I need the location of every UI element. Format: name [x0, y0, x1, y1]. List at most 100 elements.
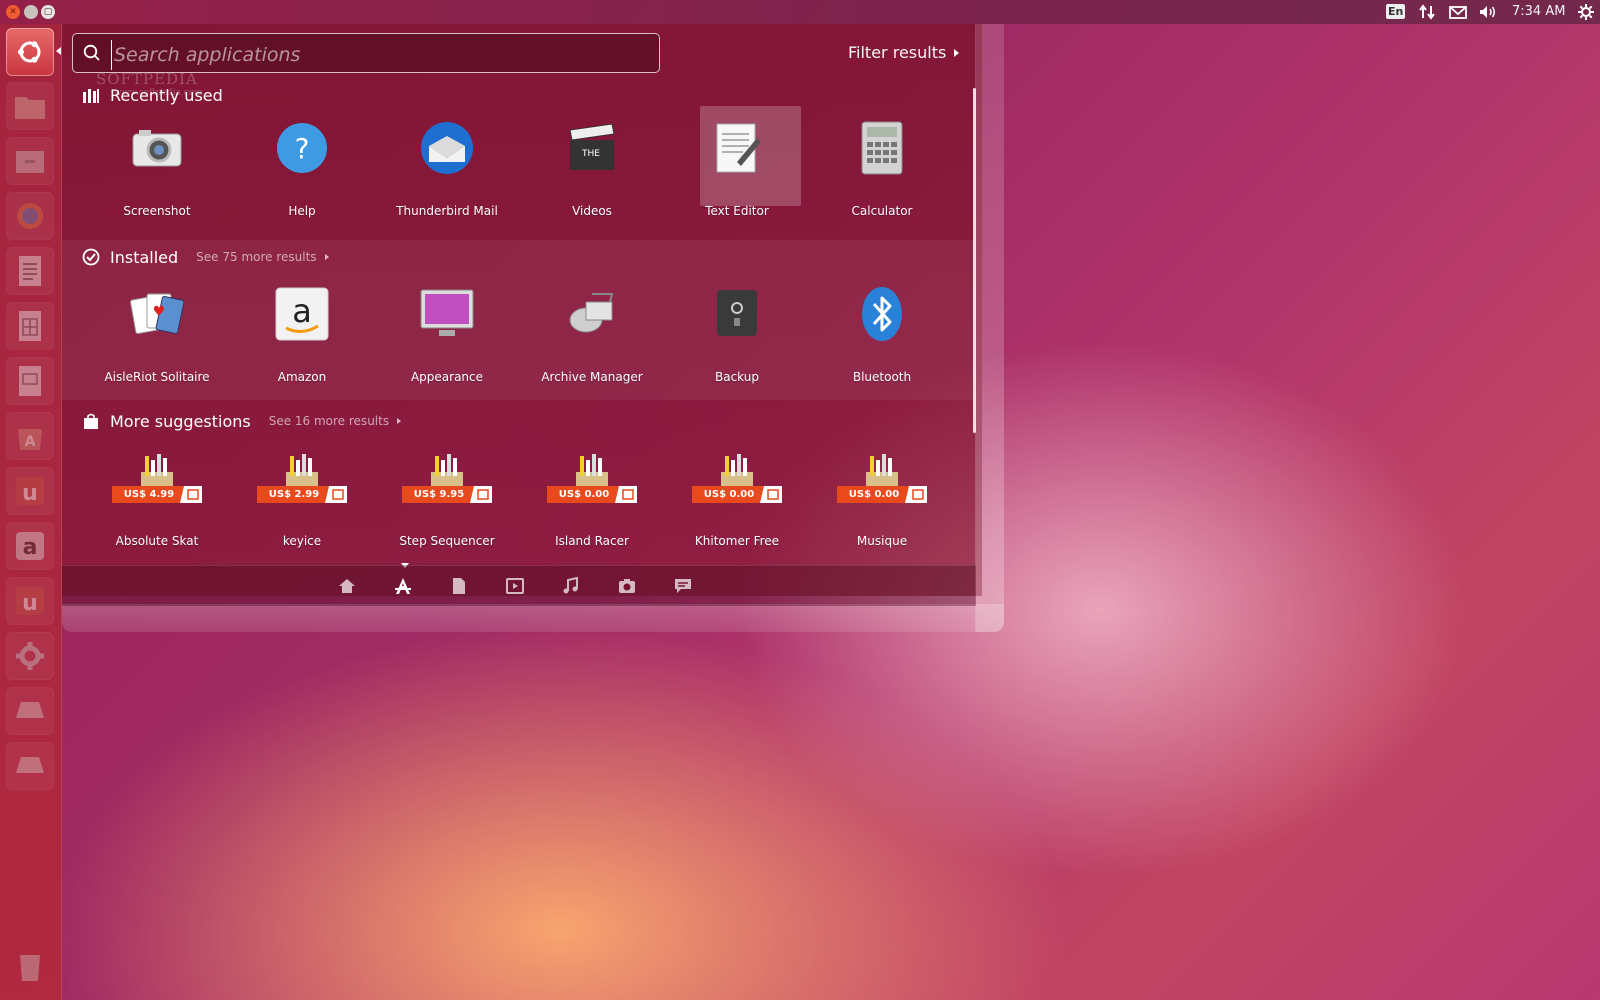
- installed-section: Installed See 75 more results ♥ AisleRio…: [62, 240, 974, 400]
- text-editor-icon: [716, 123, 761, 173]
- app-tile-amazon[interactable]: a Amazon: [232, 270, 372, 390]
- recently-used-title: Recently used: [110, 85, 223, 105]
- suggestion-tile-musique[interactable]: US$ 0.00 Musique: [812, 434, 952, 554]
- close-window-button[interactable]: ✕: [6, 5, 20, 19]
- volume-icon[interactable]: [1478, 3, 1498, 21]
- suggestion-tile-absolute-skat[interactable]: US$ 4.99 Absolute Skat: [87, 434, 227, 554]
- calculator-icon: [861, 121, 903, 175]
- app-tile-videos[interactable]: THE Videos: [522, 104, 662, 224]
- app-label: Videos: [572, 204, 612, 218]
- see-more-arrow-icon: [397, 418, 402, 424]
- suggestions-see-more-link[interactable]: See 16 more results: [268, 414, 402, 428]
- app-tile-thunderbird-mail[interactable]: Thunderbird Mail: [377, 104, 517, 224]
- app-tile-help[interactable]: ? Help: [232, 104, 372, 224]
- drive-launcher-icon[interactable]: [6, 742, 54, 790]
- suggestions-see-more-label: See 16 more results: [268, 414, 390, 428]
- monitor-icon: [420, 289, 474, 336]
- home-icon[interactable]: [337, 576, 357, 596]
- svg-text:a: a: [23, 535, 38, 560]
- file-cabinet-launcher-icon[interactable]: [6, 137, 54, 185]
- firefox-launcher-icon[interactable]: [6, 192, 54, 240]
- suggestion-tile-khitomer-free[interactable]: US$ 0.00 Khitomer Free: [667, 434, 807, 554]
- price-label: US$ 9.95: [413, 489, 465, 500]
- price-tag: US$ 4.99: [112, 486, 202, 503]
- filter-results-button[interactable]: Filter results: [848, 43, 960, 62]
- session-gear-icon[interactable]: [1577, 3, 1595, 21]
- suggestion-tile-step-sequencer[interactable]: US$ 9.95 Step Sequencer: [377, 434, 517, 554]
- files-launcher-icon[interactable]: [6, 82, 54, 130]
- network-icon[interactable]: [1418, 3, 1436, 21]
- see-more-arrow-icon: [324, 254, 329, 260]
- app-label: Calculator: [851, 204, 913, 218]
- svg-text:?: ?: [295, 132, 310, 165]
- app-label: Musique: [856, 534, 908, 548]
- dash-frame-edge: [976, 24, 1004, 632]
- app-tile-archive-manager[interactable]: Archive Manager: [522, 270, 662, 390]
- app-label: Khitomer Free: [694, 534, 780, 548]
- svg-text:u: u: [22, 591, 38, 616]
- applications-icon[interactable]: [393, 576, 413, 596]
- ubuntu-one-launcher-icon[interactable]: u: [6, 467, 54, 515]
- app-label: keyice: [282, 534, 322, 548]
- launcher: A u a u: [0, 24, 62, 1000]
- app-tile-aisleriot-solitaire[interactable]: ♥ AisleRiot Solitaire: [87, 270, 227, 390]
- files-icon[interactable]: [449, 576, 469, 596]
- price-tag: US$ 2.99: [257, 486, 347, 503]
- results-scrollbar[interactable]: [973, 88, 976, 433]
- app-label: Island Racer: [555, 534, 629, 548]
- impress-launcher-icon[interactable]: [6, 357, 54, 405]
- dash-home-button[interactable]: [6, 28, 54, 76]
- app-tile-calculator[interactable]: Calculator: [812, 104, 952, 224]
- app-tile-screenshot[interactable]: Screenshot: [87, 104, 227, 224]
- more-suggestions-header: More suggestions See 16 more results: [82, 410, 402, 432]
- calc-launcher-icon[interactable]: [6, 302, 54, 350]
- svg-text:A: A: [25, 434, 36, 450]
- photo-icon[interactable]: [617, 576, 637, 596]
- ubuntu-one-music-launcher-icon[interactable]: u: [6, 577, 54, 625]
- app-label: Appearance: [410, 370, 484, 384]
- installed-see-more-link[interactable]: See 75 more results: [196, 250, 329, 264]
- music-icon[interactable]: [561, 576, 581, 596]
- app-tile-backup[interactable]: Backup: [667, 270, 807, 390]
- software-center-launcher-icon[interactable]: A: [6, 412, 54, 460]
- messaging-envelope-icon[interactable]: [1448, 3, 1468, 21]
- search-icon: [83, 44, 100, 61]
- writer-launcher-icon[interactable]: [6, 247, 54, 295]
- shopping-bag-icon: [84, 413, 98, 429]
- camera-icon: [132, 130, 182, 167]
- app-label: Backup: [715, 370, 759, 384]
- svg-text:a: a: [292, 292, 312, 330]
- keyboard-layout-indicator[interactable]: En: [1386, 3, 1406, 21]
- recent-apps-icon: [83, 89, 99, 103]
- system-settings-launcher-icon[interactable]: [6, 632, 54, 680]
- app-tile-appearance[interactable]: Appearance: [377, 270, 517, 390]
- installed-see-more-label: See 75 more results: [196, 250, 317, 264]
- app-label: Text Editor: [705, 204, 769, 218]
- suggestion-tile-keyice[interactable]: US$ 2.99 keyice: [232, 434, 372, 554]
- app-label: Absolute Skat: [115, 534, 199, 548]
- app-label: Bluetooth: [852, 370, 912, 384]
- app-label: Step Sequencer: [399, 534, 495, 548]
- installed-title: Installed: [110, 247, 179, 267]
- app-tile-text-editor[interactable]: Text Editor: [667, 104, 807, 224]
- workspace-switcher-launcher-icon[interactable]: [6, 687, 54, 735]
- installed-header: Installed See 75 more results: [82, 246, 329, 268]
- maximize-window-button[interactable]: ▢: [41, 5, 55, 19]
- top-panel: ✕ ▢ En 7:34 AM: [0, 0, 1600, 24]
- search-input[interactable]: [111, 40, 636, 70]
- social-icon[interactable]: [673, 576, 693, 596]
- app-tile-bluetooth[interactable]: Bluetooth: [812, 270, 952, 390]
- app-label: Thunderbird Mail: [396, 204, 498, 218]
- suggestion-tile-island-racer[interactable]: US$ 0.00 Island Racer: [522, 434, 662, 554]
- amazon-launcher-icon[interactable]: a: [6, 522, 54, 570]
- svg-text:THE: THE: [581, 149, 600, 159]
- minimize-window-button[interactable]: [24, 5, 38, 19]
- archive-icon: [569, 293, 614, 333]
- trash-launcher-icon[interactable]: [6, 942, 54, 990]
- clock[interactable]: 7:34 AM: [1512, 3, 1565, 21]
- search-box[interactable]: [72, 33, 660, 73]
- price-tag: US$ 0.00: [547, 486, 637, 503]
- video-icon[interactable]: [505, 576, 525, 596]
- svg-text:♥: ♥: [153, 304, 166, 320]
- app-label: Help: [288, 204, 316, 218]
